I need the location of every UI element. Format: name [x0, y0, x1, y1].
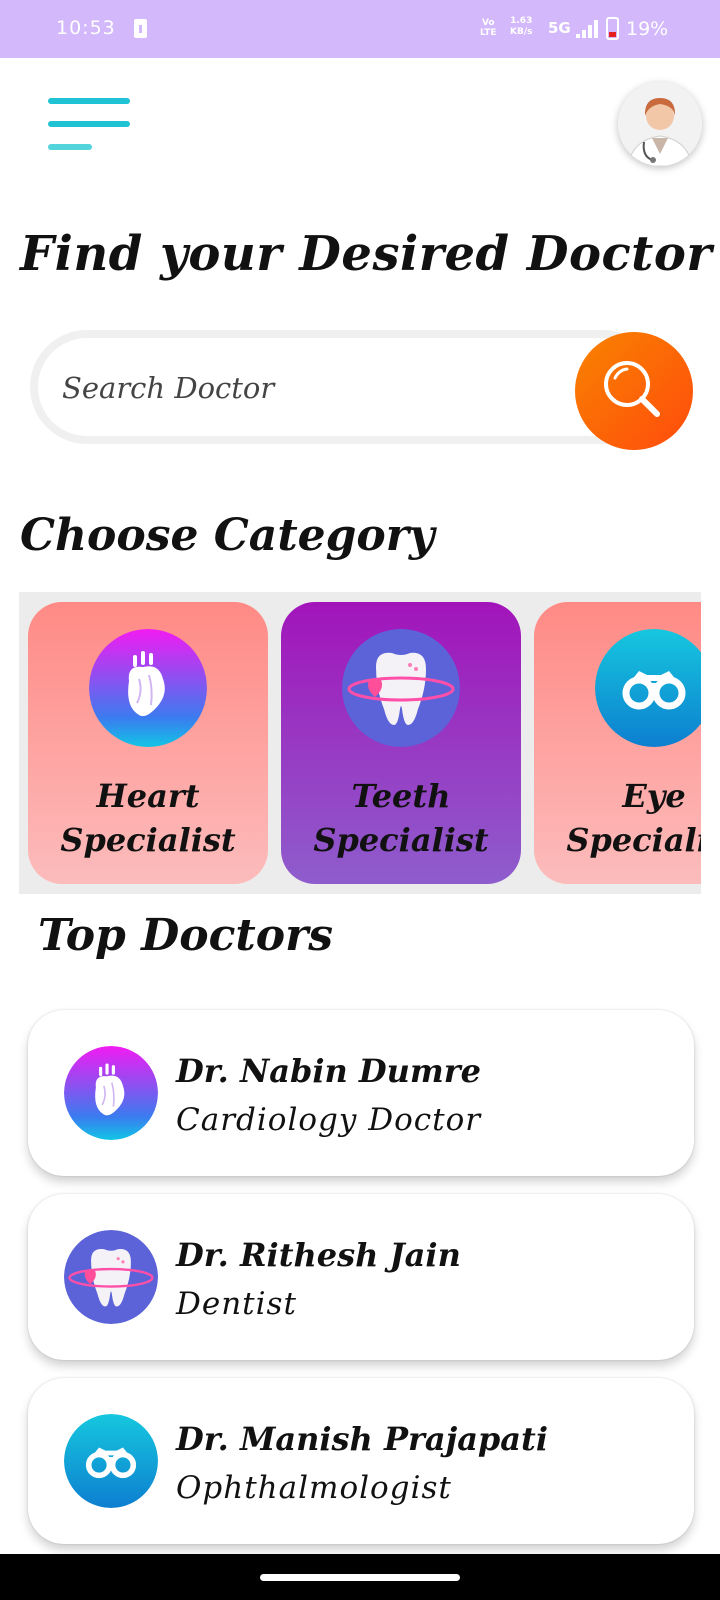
search-bar — [30, 330, 660, 444]
battery-icon — [606, 17, 619, 40]
binoculars-icon — [595, 629, 701, 747]
category-carousel[interactable]: Heart Specialist Teeth Specialist Eye Sp… — [19, 592, 701, 894]
doctor-specialty: Dentist — [176, 1286, 297, 1322]
category-card-eye[interactable]: Eye Specialist — [534, 602, 701, 884]
volte-label: Vo LTE — [480, 18, 497, 38]
status-time: 10:53 — [56, 17, 116, 39]
signal-icon — [576, 20, 598, 38]
tooth-icon — [64, 1230, 158, 1324]
network-type: 5G — [548, 19, 571, 37]
doctor-name: Dr. Manish Prajapati — [176, 1420, 548, 1458]
category-label: Eye Specialist — [566, 777, 701, 859]
doctor-avatar[interactable] — [618, 82, 702, 166]
hamburger-menu-icon[interactable] — [46, 96, 132, 154]
system-nav-bar — [0, 1554, 720, 1600]
tooth-icon — [342, 629, 460, 747]
speed-unit: KB/s — [510, 27, 533, 37]
search-button[interactable] — [575, 332, 693, 450]
network-speed: 1.63 KB/s — [510, 16, 532, 38]
doctor-card[interactable]: Dr. Manish Prajapati Ophthalmologist — [28, 1378, 694, 1544]
home-gesture-handle[interactable] — [260, 1574, 460, 1581]
heart-icon — [64, 1046, 158, 1140]
category-card-heart[interactable]: Heart Specialist — [28, 602, 268, 884]
binoculars-icon — [64, 1414, 158, 1508]
battery-saver-icon — [134, 19, 147, 38]
doctor-specialty: Cardiology Doctor — [176, 1102, 482, 1138]
doctor-specialty: Ophthalmologist — [176, 1470, 452, 1506]
search-input[interactable] — [62, 364, 562, 412]
top-doctors-title: Top Doctors — [38, 910, 334, 961]
categories-title: Choose Category — [20, 510, 435, 561]
page-title: Find your Desired Doctor — [20, 226, 713, 282]
category-label: Heart Specialist — [60, 777, 236, 859]
heart-icon — [89, 629, 207, 747]
search-icon — [604, 361, 660, 417]
doctor-avatar-icon — [618, 82, 702, 166]
category-label: Teeth Specialist — [313, 777, 489, 859]
status-bar: 10:53 Vo LTE 1.63 KB/s 5G 19% — [0, 0, 720, 58]
doctor-card[interactable]: Dr. Nabin Dumre Cardiology Doctor — [28, 1010, 694, 1176]
category-card-teeth[interactable]: Teeth Specialist — [281, 602, 521, 884]
doctor-card[interactable]: Dr. Rithesh Jain Dentist — [28, 1194, 694, 1360]
battery-percent: 19% — [626, 18, 669, 40]
doctor-name: Dr. Nabin Dumre — [176, 1052, 481, 1090]
doctor-name: Dr. Rithesh Jain — [176, 1236, 461, 1274]
speed-value: 1.63 — [510, 16, 533, 26]
